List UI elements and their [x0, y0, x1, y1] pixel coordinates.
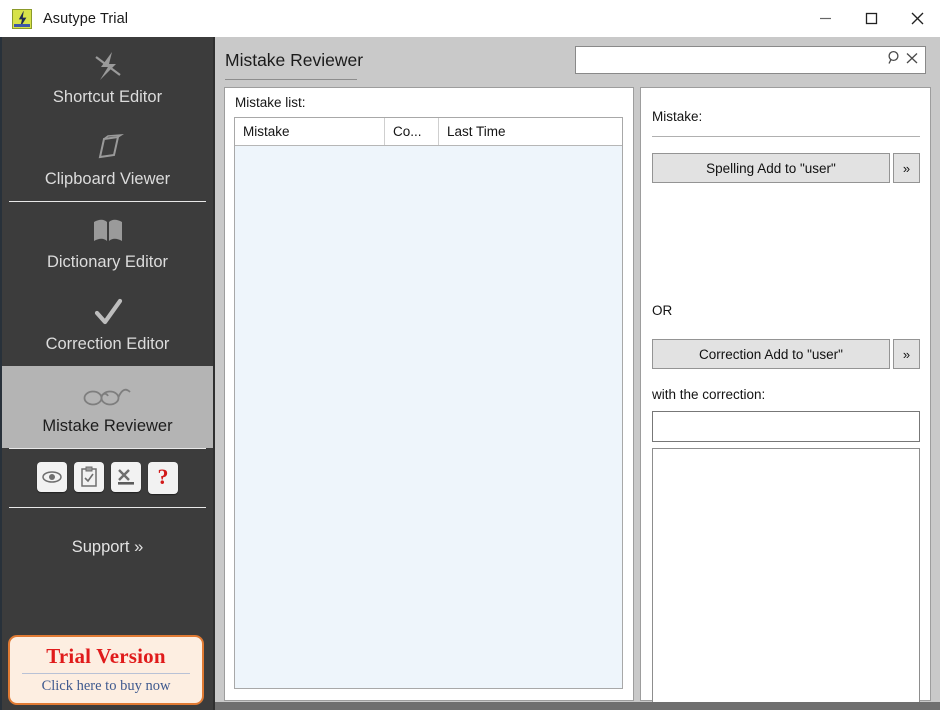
with-correction-label: with the correction:: [652, 387, 766, 402]
support-link[interactable]: Support »: [2, 508, 213, 557]
application-window: Asutype Trial Shortcut Editor Clipboard …: [0, 0, 940, 710]
sidebar-item-mistake-reviewer[interactable]: Mistake Reviewer: [2, 366, 213, 448]
close-x-icon[interactable]: [905, 51, 919, 70]
mistake-value-rule: [652, 136, 920, 137]
correction-notes-area[interactable]: [652, 448, 920, 710]
mistake-list-panel: Mistake list: Mistake Co... Last Time: [224, 87, 634, 701]
sidebar-item-label: Shortcut Editor: [52, 88, 163, 106]
correction-add-options-button[interactable]: »: [893, 339, 920, 369]
sidebar-item-label: Correction Editor: [45, 335, 170, 353]
checkmark-icon: [2, 294, 213, 332]
sidebar-inner: Shortcut Editor Clipboard Viewer Diction…: [2, 37, 213, 710]
search-box[interactable]: [575, 46, 926, 74]
mistake-list-grid[interactable]: Mistake Co... Last Time: [234, 117, 623, 689]
eyeglasses-icon: [2, 376, 213, 414]
column-header-mistake[interactable]: Mistake: [235, 118, 385, 145]
spelling-add-button[interactable]: Spelling Add to "user": [652, 153, 890, 183]
sidebar: Shortcut Editor Clipboard Viewer Diction…: [0, 37, 215, 710]
eye-icon[interactable]: [37, 462, 67, 492]
sidebar-item-shortcut-editor[interactable]: Shortcut Editor: [2, 37, 213, 119]
search-box-icons: [887, 50, 925, 70]
mistake-list-label: Mistake list:: [235, 95, 306, 110]
correction-input[interactable]: [652, 411, 920, 442]
sidebar-item-correction-editor[interactable]: Correction Editor: [2, 284, 213, 366]
sidebar-item-label: Dictionary Editor: [46, 253, 169, 271]
trial-divider: [22, 673, 190, 674]
clipboard-icon[interactable]: [74, 462, 104, 492]
correction-add-button[interactable]: Correction Add to "user": [652, 339, 890, 369]
trial-buy-link[interactable]: Click here to buy now: [10, 678, 202, 695]
mistake-label: Mistake:: [652, 109, 703, 124]
clipboard-icon: [2, 129, 213, 167]
sidebar-item-label: Clipboard Viewer: [44, 170, 171, 188]
sidebar-tool-buttons: ?: [2, 449, 213, 507]
column-header-last-time[interactable]: Last Time: [439, 118, 622, 145]
bottom-strip: [215, 702, 940, 710]
or-label: OR: [652, 303, 673, 318]
sidebar-item-label: Mistake Reviewer: [42, 417, 173, 435]
page-header: Mistake Reviewer: [215, 37, 940, 84]
help-icon[interactable]: ?: [148, 462, 178, 494]
magnifier-icon[interactable]: [887, 50, 902, 70]
window-controls: [802, 0, 940, 37]
title-bar: Asutype Trial: [0, 0, 940, 38]
page-title-underline: [225, 79, 357, 80]
lightning-bolt-icon: [2, 47, 213, 85]
maximize-button[interactable]: [848, 0, 894, 37]
page-title: Mistake Reviewer: [225, 50, 364, 70]
app-icon: [12, 8, 32, 29]
window-title: Asutype Trial: [43, 10, 129, 27]
mistake-detail-panel: Mistake: Spelling Add to "user" » OR Cor…: [640, 87, 931, 710]
spelling-add-options-button[interactable]: »: [893, 153, 920, 183]
search-input[interactable]: [580, 47, 887, 73]
main-content: Mistake Reviewer Mistake list: Mistake C…: [215, 37, 940, 710]
correction-add-row: Correction Add to "user" »: [652, 339, 920, 369]
spelling-add-row: Spelling Add to "user" »: [652, 153, 920, 183]
column-header-count[interactable]: Co...: [385, 118, 439, 145]
trial-version-box[interactable]: Trial Version Click here to buy now: [8, 635, 204, 705]
open-book-icon: [2, 212, 213, 250]
mistake-list-body[interactable]: [235, 146, 622, 688]
tools-icon[interactable]: [111, 462, 141, 492]
mistake-list-header-row: Mistake Co... Last Time: [235, 118, 622, 146]
sidebar-item-dictionary-editor[interactable]: Dictionary Editor: [2, 202, 213, 284]
minimize-button[interactable]: [802, 0, 848, 37]
trial-title: Trial Version: [46, 644, 166, 668]
close-button[interactable]: [894, 0, 940, 37]
sidebar-item-clipboard-viewer[interactable]: Clipboard Viewer: [2, 119, 213, 201]
